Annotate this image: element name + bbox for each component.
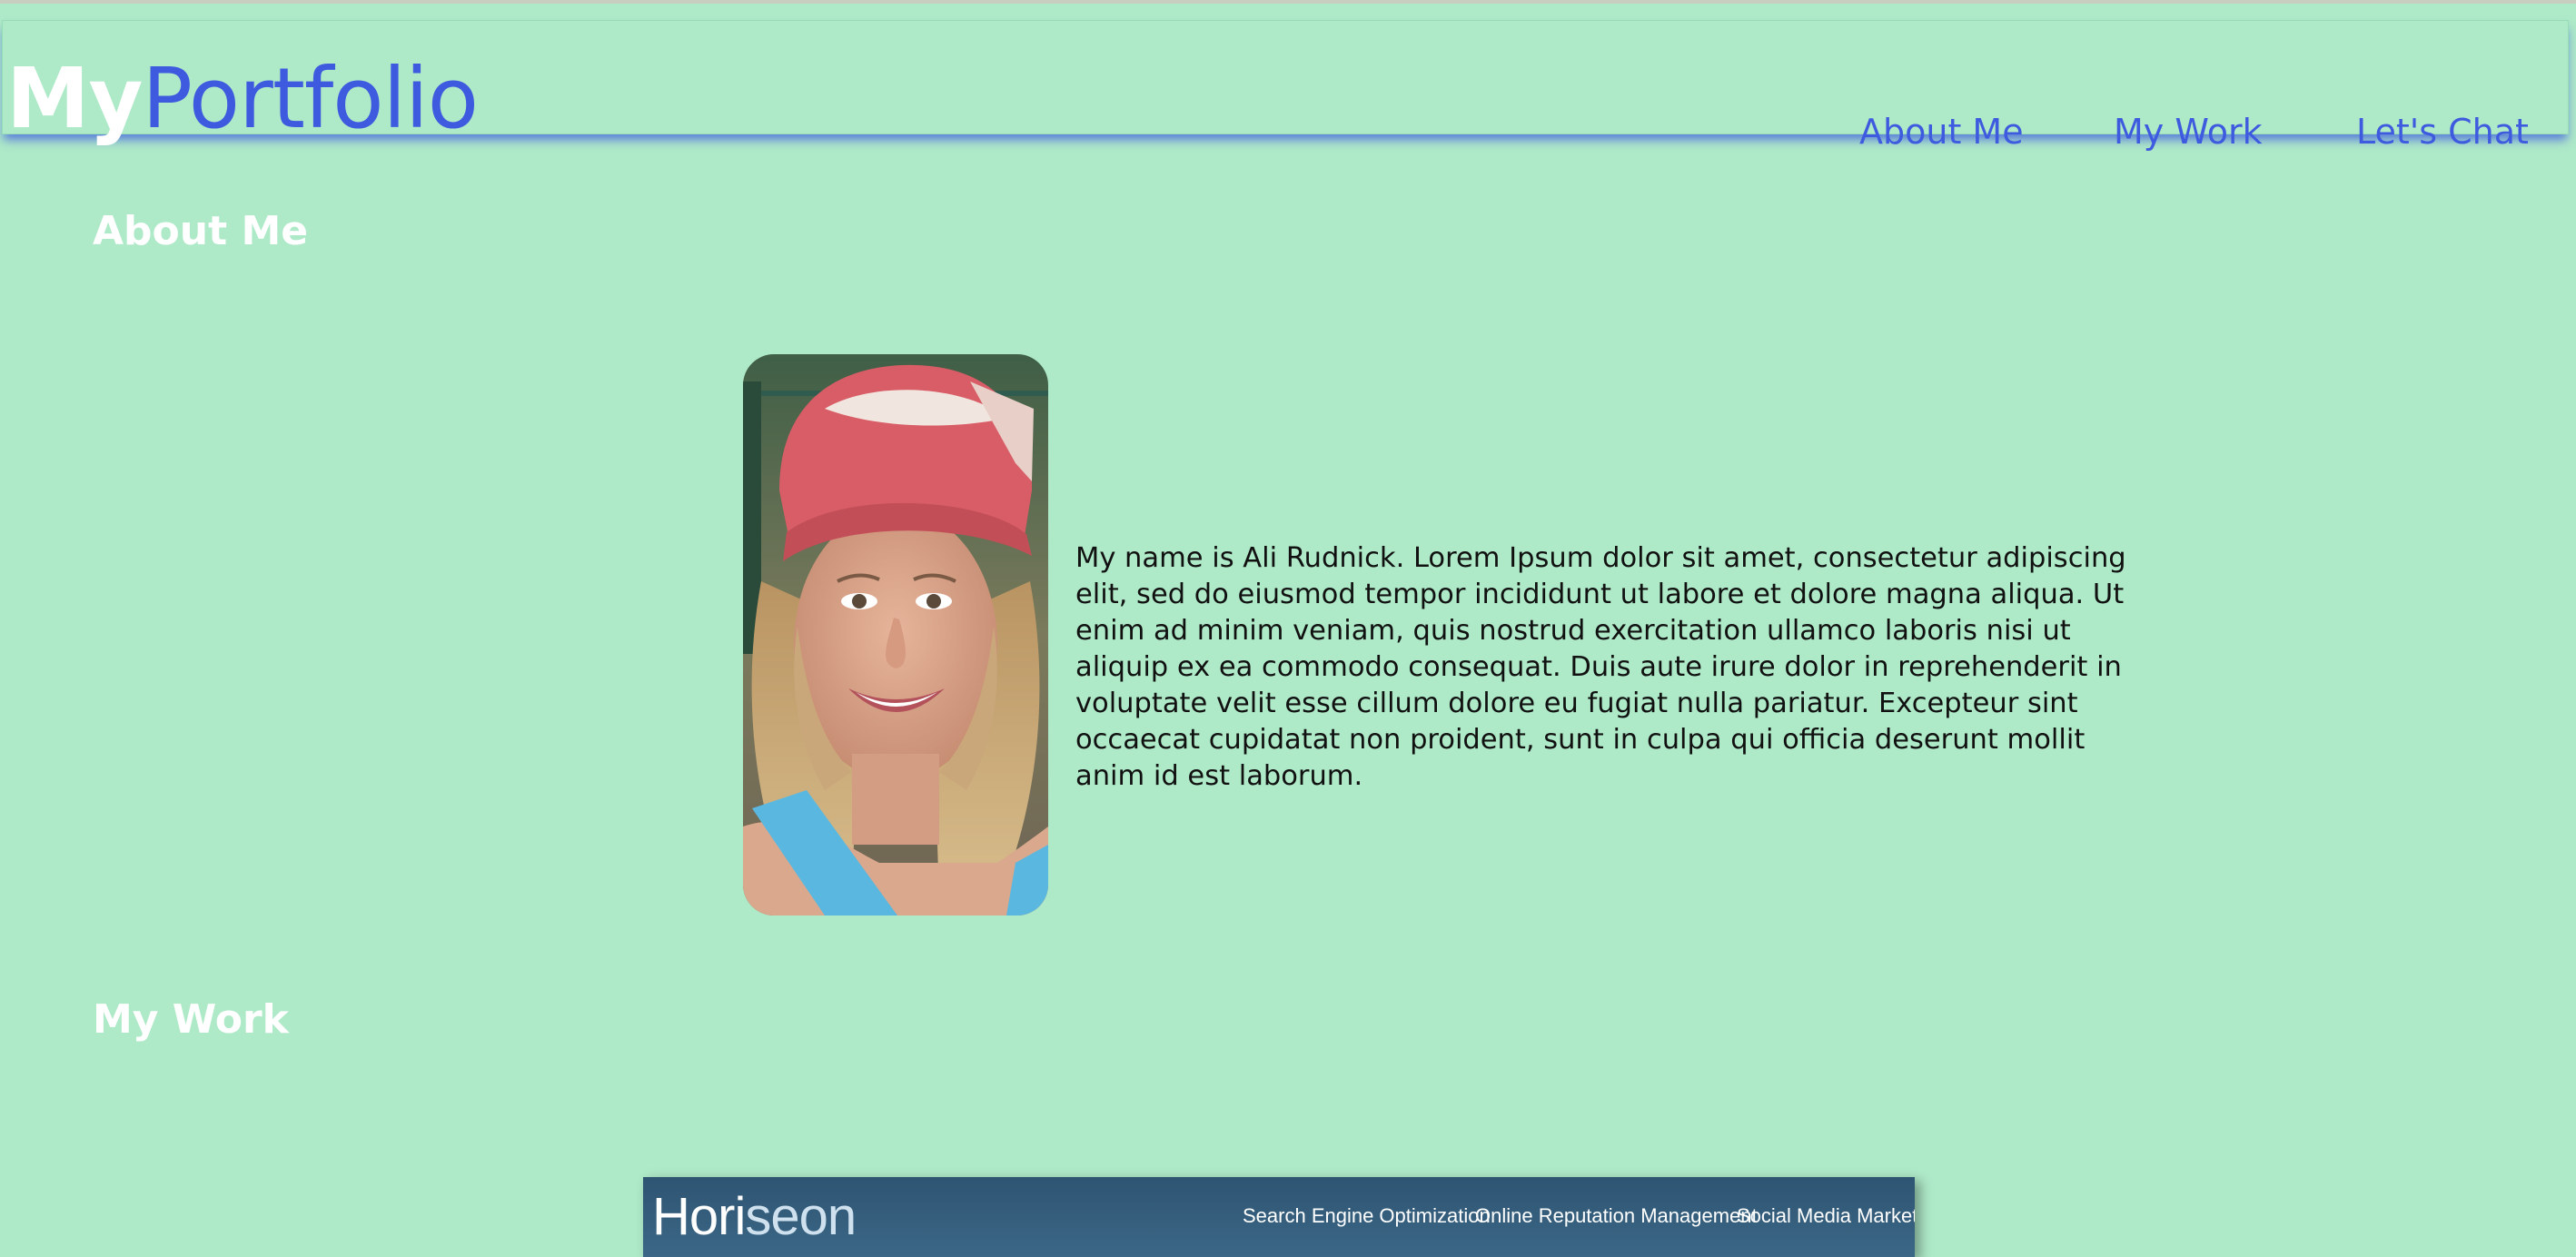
site-logo[interactable]: MyPortfolio — [6, 46, 479, 152]
nav-link-about-me[interactable]: About Me — [1859, 110, 2024, 153]
project-nav-reputation: Online Reputation Management — [1475, 1204, 1758, 1227]
logo-my-text: My — [6, 50, 144, 147]
about-me-heading: About Me — [93, 207, 309, 254]
project-logo-part1: Hori — [652, 1187, 746, 1246]
nav-link-my-work[interactable]: My Work — [2114, 110, 2263, 153]
top-border — [0, 0, 2576, 4]
project-nav-social-media: Social Media Marketing — [1737, 1204, 1915, 1227]
logo-portfolio-text: Portfolio — [142, 50, 479, 147]
project-nav-seo: Search Engine Optimization — [1243, 1204, 1491, 1227]
bio-paragraph: My name is Ali Rudnick. Lorem Ipsum dolo… — [1075, 541, 2126, 792]
my-work-heading: My Work — [93, 995, 289, 1043]
profile-photo — [743, 354, 1048, 916]
project-card-horiseon[interactable]: Horiseon Search Engine Optimization Onli… — [643, 1177, 1915, 1257]
site-header: MyPortfolio About Me My Work Let's Chat — [2, 20, 2569, 152]
nav-link-lets-chat[interactable]: Let's Chat — [2356, 110, 2529, 153]
project-logo: Horiseon — [652, 1184, 857, 1250]
project-logo-part2: seon — [745, 1187, 857, 1246]
